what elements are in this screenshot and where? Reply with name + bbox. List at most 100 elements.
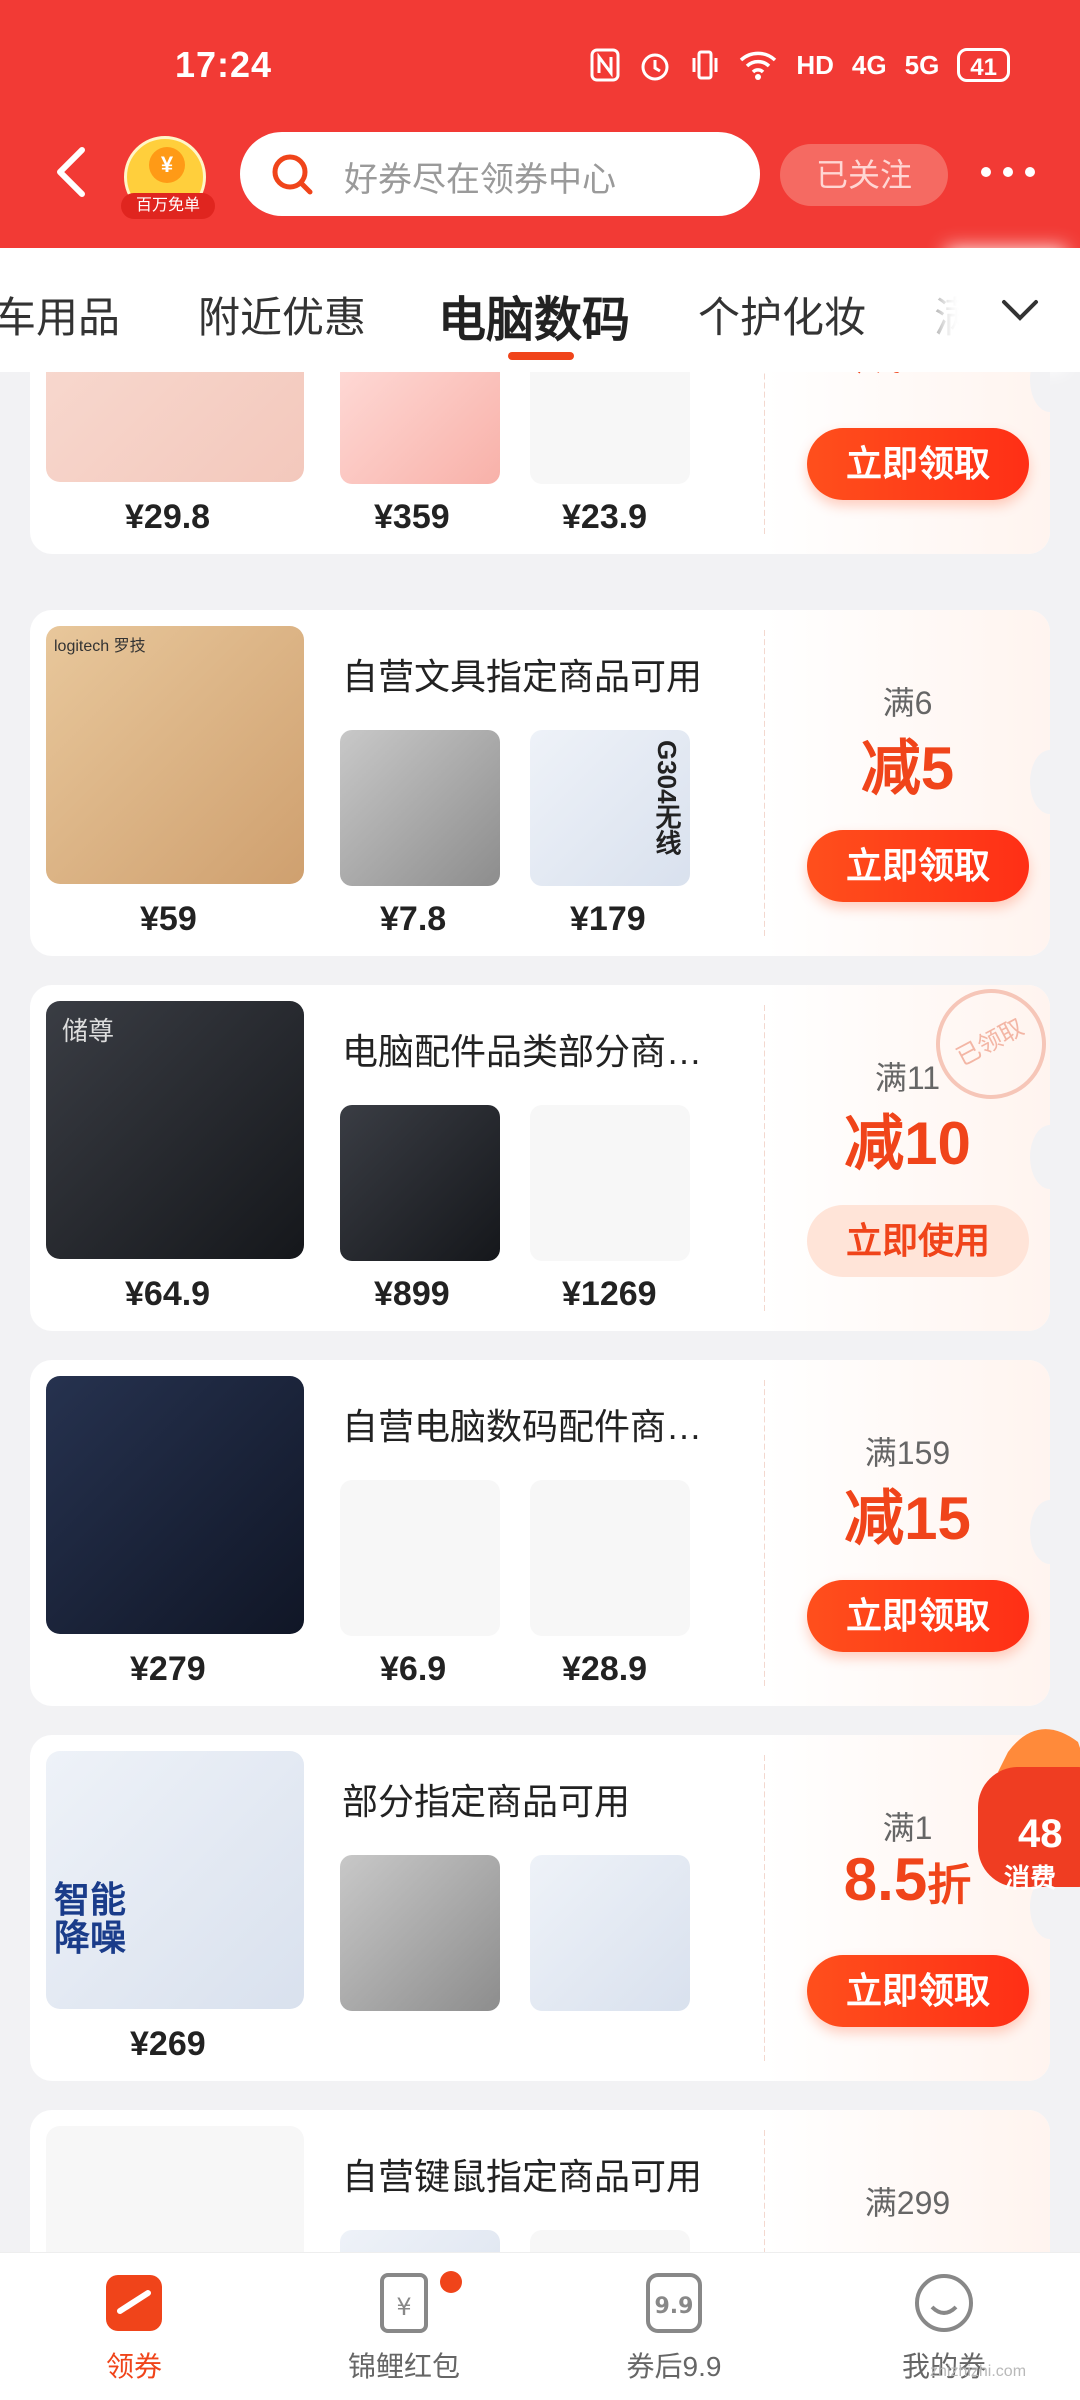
thumb-label: G304无线: [652, 740, 682, 856]
product-price: ¥269: [130, 2025, 206, 2063]
tab-personal-care[interactable]: 个护化妆: [698, 284, 866, 345]
signal-4g: 4G: [851, 50, 887, 80]
product-thumb[interactable]: [340, 1480, 500, 1636]
wifi-icon: [738, 48, 778, 82]
search-placeholder: 好券尽在领券中心: [344, 161, 616, 199]
coupon-title: 自营电脑数码配件商…: [342, 1406, 703, 1447]
product-thumb[interactable]: [340, 1105, 500, 1261]
coupon-discount: 减5: [860, 735, 955, 802]
product-price: ¥64.9: [125, 1275, 211, 1313]
product-image[interactable]: [46, 1376, 304, 1634]
coupon-card: 储尊 电脑配件品类部分商… ¥64.9 ¥899 ¥1269 已领取 满11 减…: [30, 985, 1050, 1331]
coupon-condition: 满159: [864, 1435, 951, 1471]
hd-icon: HD: [796, 50, 834, 80]
red-envelope-icon: ¥: [380, 2273, 428, 2333]
bottom-nav-coupons[interactable]: 领券: [44, 2271, 224, 2385]
coupon-action-area: 满159 减15 立即领取: [765, 1360, 1050, 1706]
brand-label: logitech 罗技: [54, 638, 146, 655]
claim-button[interactable]: 立即领取: [807, 1580, 1029, 1652]
tab-nearby[interactable]: 附近优惠: [198, 284, 366, 345]
tab-fade: [900, 248, 960, 372]
product-price: ¥899: [374, 1275, 450, 1313]
search-bar[interactable]: 好券尽在领券中心: [240, 132, 760, 216]
more-icon[interactable]: [978, 162, 1038, 182]
product-price: ¥279: [130, 1650, 206, 1688]
product-thumb[interactable]: [340, 1855, 500, 2011]
product-image[interactable]: [46, 372, 304, 482]
product-thumb[interactable]: G304无线: [530, 730, 690, 886]
coupon-card: 智能降噪 部分指定商品可用 ¥269 满1 8.5折 立即领取: [30, 1735, 1050, 2081]
product-image[interactable]: logitech 罗技: [46, 626, 304, 884]
bottom-nav-label: 领券: [105, 2351, 162, 2382]
price-9-9-icon: 9.9: [646, 2273, 702, 2333]
alarm-icon: [638, 48, 672, 82]
product-price: ¥7.8: [380, 900, 447, 938]
bottom-nav-label: 锦鲤红包: [347, 2351, 460, 2382]
discount-unit: 折: [927, 1861, 972, 1910]
coupon-discount: 减10: [844, 1110, 971, 1177]
nav-row: ¥ 百万免单 好券尽在领券中心 已关注: [0, 128, 1080, 219]
status-bar: 17:24 HD 4G 5G 41: [0, 40, 1080, 100]
coupon-condition: 满6: [882, 685, 933, 721]
yen-icon: ¥: [149, 147, 185, 183]
search-icon: [272, 154, 313, 195]
free-order-logo[interactable]: ¥ 百万免单: [121, 136, 215, 219]
tab-car[interactable]: 车用品: [0, 284, 120, 345]
bottom-nav: 领券 ¥ 锦鲤红包 9.9 券后9.9 我的券 zhizhizhi.com: [0, 2252, 1080, 2400]
promo-badge-text: 消费: [1004, 1863, 1057, 1893]
product-thumb[interactable]: [530, 1480, 690, 1636]
coupon-card: 自营电脑数码配件商… ¥279 ¥6.9 ¥28.9 满159 减15 立即领取: [30, 1360, 1050, 1706]
product-price: ¥1269: [562, 1275, 657, 1313]
nfc-icon: [590, 48, 620, 82]
product-image[interactable]: [46, 2126, 304, 2252]
coupon-action-area: 满299: [765, 2110, 1050, 2252]
follow-button[interactable]: 已关注: [780, 144, 948, 206]
claim-button[interactable]: 立即领取: [807, 428, 1029, 500]
notification-dot: [440, 2271, 462, 2293]
coupon-title: 电脑配件品类部分商…: [342, 1031, 703, 1072]
bottom-nav-9-9[interactable]: 9.9 券后9.9: [584, 2271, 764, 2385]
product-image[interactable]: 储尊: [46, 1001, 304, 1259]
product-image[interactable]: 智能降噪: [46, 1751, 304, 2009]
coupon-icon: [106, 2275, 162, 2331]
brand-label: 储尊: [62, 1016, 115, 1046]
product-thumb[interactable]: [530, 1105, 690, 1261]
product-thumb[interactable]: [530, 2230, 690, 2252]
svg-text:9.9: 9.9: [655, 2294, 694, 2319]
tab-expand-button[interactable]: [960, 248, 1080, 372]
coupon-title: 自营键鼠指定商品可用: [342, 2156, 703, 2197]
product-thumb[interactable]: [530, 372, 690, 484]
product-tagline: 智能降噪: [54, 1879, 127, 1958]
bottom-nav-label: 券后9.9: [626, 2351, 722, 2382]
bottom-nav-red-envelope[interactable]: ¥ 锦鲤红包: [314, 2271, 494, 2385]
svg-text:¥: ¥: [396, 2293, 411, 2321]
coupon-discount: 减15: [844, 1485, 971, 1552]
battery-indicator: 41: [957, 48, 1010, 82]
product-thumb[interactable]: [530, 1855, 690, 2011]
coupon-title: 自营文具指定商品可用: [342, 656, 703, 697]
chevron-down-icon: [1002, 300, 1038, 321]
tab-computer-digital[interactable]: 电脑数码: [438, 280, 630, 350]
claim-button[interactable]: 立即领取: [807, 1955, 1029, 2027]
watermark: zhizhizhi.com: [930, 2363, 1027, 2380]
claim-button[interactable]: 立即领取: [807, 830, 1029, 902]
active-tab-indicator: [508, 352, 574, 360]
product-price: ¥28.9: [562, 1650, 648, 1688]
coupon-action-area: 已领取 满11 减10 立即使用: [765, 985, 1050, 1331]
product-thumb[interactable]: [340, 730, 500, 886]
category-tabs: 车用品 附近优惠 电脑数码 个护化妆 满: [0, 248, 1080, 372]
product-thumb[interactable]: [340, 372, 500, 484]
floating-promo-badge[interactable]: 48 消费: [978, 1712, 1080, 1893]
use-button[interactable]: 立即使用: [807, 1205, 1029, 1277]
vibrate-icon: [690, 48, 720, 82]
coupon-title: 部分指定商品可用: [342, 1781, 631, 1822]
profile-icon: [915, 2274, 973, 2332]
coupon-condition: 满11: [874, 1060, 941, 1096]
back-arrow-icon[interactable]: [52, 146, 92, 198]
status-time: 17:24: [175, 44, 273, 85]
product-price: ¥59: [140, 900, 197, 938]
product-thumb[interactable]: [340, 2230, 500, 2252]
coupon-discount: 减10: [765, 372, 1050, 385]
discount-number: 8.5: [843, 1846, 928, 1913]
top-header: 17:24 HD 4G 5G 41 ¥ 百万免单 好券尽在领券中心 已关注: [0, 0, 1080, 248]
